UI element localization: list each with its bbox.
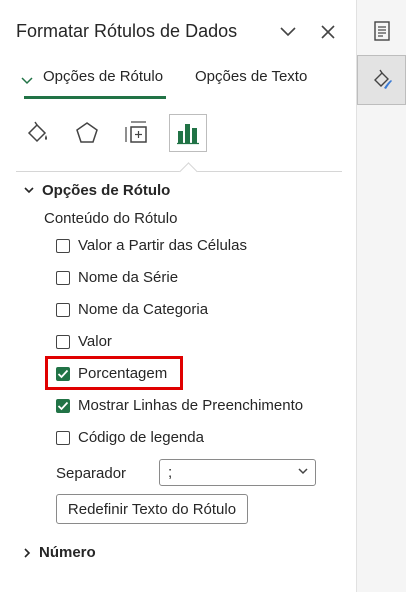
paint-brush-icon	[373, 69, 392, 89]
checkbox-label: Nome da Categoria	[78, 301, 209, 318]
chevron-down-icon	[21, 77, 33, 85]
label-content-heading: Conteúdo do Rótulo	[44, 210, 178, 227]
fill-line-tab[interactable]	[18, 114, 56, 152]
checkbox-label: Mostrar Linhas de Preenchimento	[78, 397, 304, 414]
fill-line-icon	[27, 121, 47, 143]
checkbox-label: Nome da Série	[78, 269, 179, 286]
separator-select[interactable]: ;	[159, 459, 316, 486]
checkbox-legend-key[interactable]: Código de legenda	[56, 429, 204, 446]
separator-label: Separador	[56, 465, 127, 482]
size-properties-tab[interactable]	[118, 114, 156, 152]
effects-tab[interactable]	[68, 114, 106, 152]
checkbox-label: Valor a Partir das Células	[78, 237, 247, 254]
checkbox-value[interactable]: Valor	[56, 333, 112, 350]
checkbox-category-name[interactable]: Nome da Categoria	[56, 301, 208, 318]
highlight-box	[45, 356, 183, 390]
pane-options-button[interactable]	[276, 20, 300, 44]
tab-text-options[interactable]: Opções de Texto	[195, 68, 307, 85]
checkbox-series-name[interactable]: Nome da Série	[56, 269, 178, 286]
pane-title: Formatar Rótulos de Dados	[16, 21, 238, 41]
separator-value: ;	[168, 464, 173, 481]
chevron-down-icon	[24, 187, 34, 194]
effects-pentagon-icon	[76, 122, 98, 143]
checkmark-icon	[57, 401, 69, 410]
tab-label-options[interactable]: Opções de Rótulo	[43, 68, 163, 85]
checkbox-box[interactable]	[56, 302, 70, 317]
checkbox-box[interactable]	[56, 238, 70, 253]
chevron-down-icon	[298, 468, 308, 475]
close-button[interactable]	[316, 20, 340, 44]
checkbox-box[interactable]	[56, 430, 70, 445]
section-number-header[interactable]: Número	[24, 544, 96, 561]
format-data-labels-pane: Formatar Rótulos de Dados Opções de Rótu…	[0, 0, 357, 592]
chevron-right-icon	[24, 547, 31, 558]
divider-notch	[179, 162, 198, 181]
section-title: Número	[39, 544, 96, 561]
section-title: Opções de Rótulo	[42, 182, 171, 199]
active-tab-underline	[24, 96, 166, 99]
checkbox-label: Valor	[78, 333, 112, 350]
close-icon	[321, 25, 335, 39]
document-icon	[373, 21, 390, 41]
section-label-options-header[interactable]: Opções de Rótulo	[24, 182, 170, 199]
label-options-chart-icon	[177, 124, 199, 145]
checkbox-box[interactable]	[56, 398, 70, 413]
checkbox-box[interactable]	[56, 334, 70, 349]
checkbox-label: Código de legenda	[78, 429, 204, 446]
checkbox-value-from-cells[interactable]: Valor a Partir das Células	[56, 237, 247, 254]
checkbox-show-leader-lines[interactable]: Mostrar Linhas de Preenchimento	[56, 397, 303, 414]
reset-label-text-button[interactable]: Redefinir Texto do Rótulo	[56, 494, 248, 524]
format-chart-area-button[interactable]	[357, 6, 406, 56]
label-options-tab[interactable]	[169, 114, 207, 152]
format-pane-toggle-button[interactable]	[357, 55, 406, 105]
checkbox-box[interactable]	[56, 270, 70, 285]
size-properties-icon	[125, 121, 147, 143]
chevron-down-icon	[280, 27, 296, 37]
